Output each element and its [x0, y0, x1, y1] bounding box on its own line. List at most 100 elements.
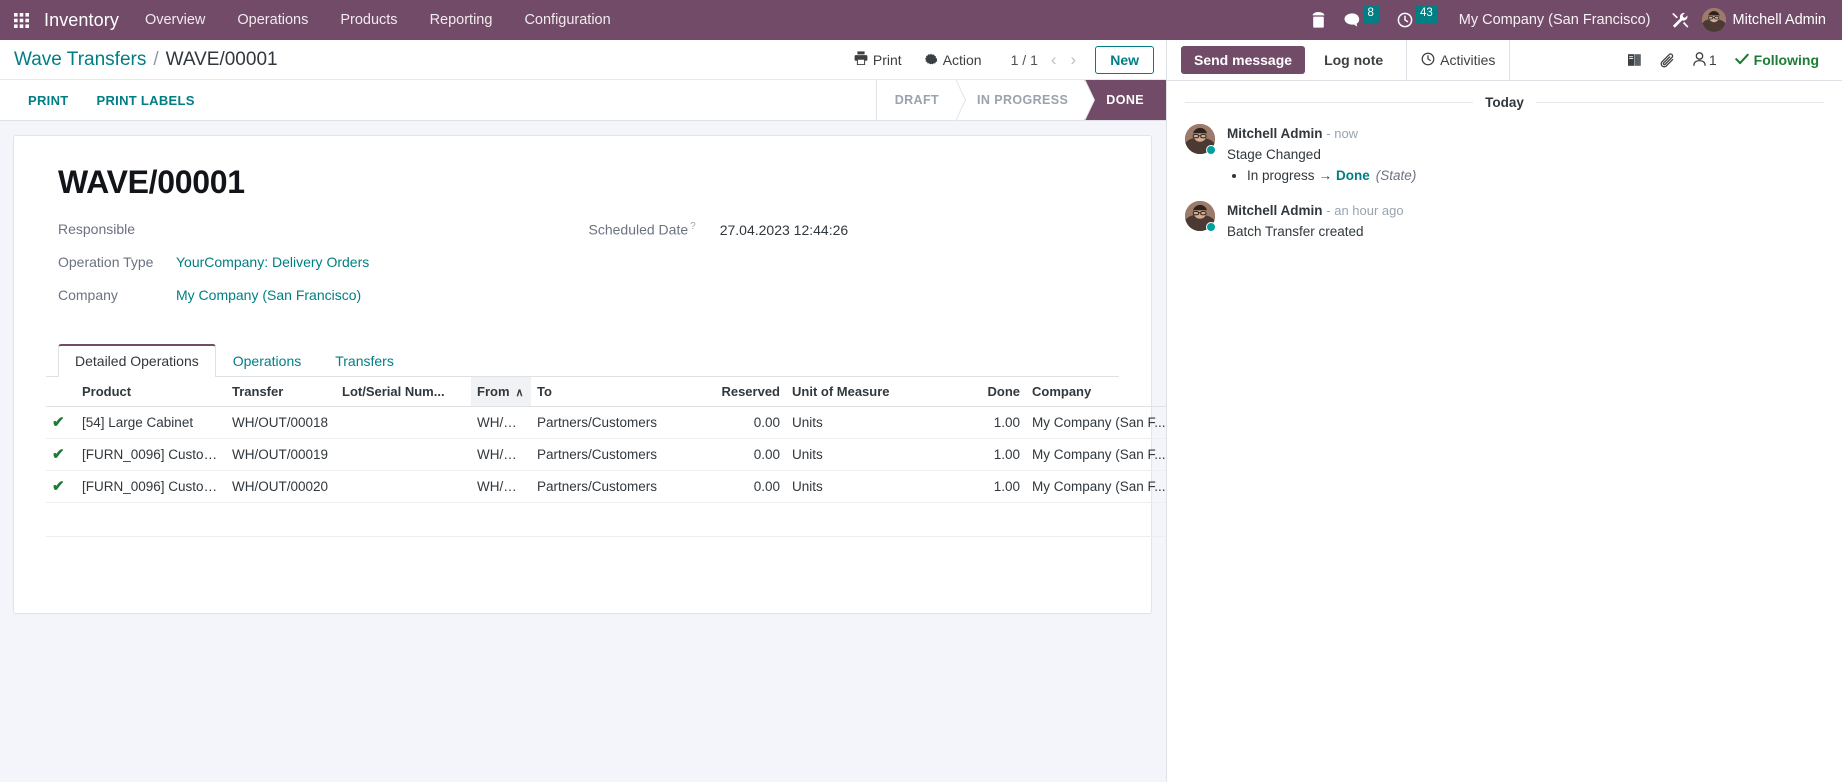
- field-responsible-label: Responsible: [58, 221, 136, 237]
- cell-company[interactable]: My Company (San F...: [1026, 438, 1166, 471]
- cell-to[interactable]: Partners/Customers: [531, 470, 701, 503]
- cell-unit-of-measure[interactable]: Units: [786, 470, 966, 503]
- cell-done[interactable]: 1.00: [966, 406, 1026, 439]
- field-company: Company My Company (San Francisco): [58, 287, 589, 313]
- cell-reserved[interactable]: 0.00: [701, 470, 786, 503]
- column-header-unit-of-measure[interactable]: Unit of Measure: [786, 377, 966, 407]
- print-button[interactable]: Print: [843, 47, 913, 72]
- breadcrumb-wave-transfers[interactable]: Wave Transfers: [14, 49, 146, 71]
- tab-operations[interactable]: Operations: [216, 344, 318, 377]
- cell-lot-serial[interactable]: [336, 470, 471, 503]
- clock-icon[interactable]: 43: [1388, 0, 1447, 40]
- column-header-to[interactable]: To: [531, 377, 701, 407]
- menu-overview[interactable]: Overview: [129, 0, 221, 40]
- cell-done[interactable]: 1.00: [966, 438, 1026, 471]
- status-in-progress[interactable]: IN PROGRESS: [955, 79, 1096, 121]
- cell-unit-of-measure[interactable]: Units: [786, 406, 966, 439]
- paperclip-icon[interactable]: [1651, 49, 1684, 72]
- column-header-from[interactable]: From ∧: [471, 377, 531, 407]
- pager-previous-button[interactable]: ‹: [1046, 51, 1062, 68]
- app-brand-inventory[interactable]: Inventory: [38, 10, 129, 31]
- avatar[interactable]: [1185, 201, 1216, 233]
- message-author[interactable]: Mitchell Admin: [1227, 203, 1323, 218]
- field-company-value[interactable]: My Company (San Francisco): [176, 287, 361, 303]
- cell-transfer[interactable]: WH/OUT/00020: [226, 470, 336, 503]
- record-action-bar: PRINT PRINT LABELS DRAFT IN PROGRESS DON…: [0, 79, 1166, 121]
- cell-from[interactable]: WH/St...: [471, 406, 531, 439]
- cell-reserved[interactable]: 0.00: [701, 438, 786, 471]
- cell-done[interactable]: 1.00: [966, 470, 1026, 503]
- pager-value[interactable]: 1 / 1: [1007, 52, 1042, 68]
- cell-lot-serial[interactable]: [336, 406, 471, 439]
- cell-product[interactable]: [54] Large Cabinet: [76, 406, 226, 439]
- send-message-button[interactable]: Send message: [1181, 46, 1306, 74]
- status-done[interactable]: DONE: [1084, 80, 1166, 120]
- cell-company[interactable]: My Company (San F...: [1026, 406, 1166, 439]
- cell-company[interactable]: My Company (San F...: [1026, 470, 1166, 503]
- tab-detailed-operations[interactable]: Detailed Operations: [58, 344, 216, 377]
- column-header-product[interactable]: Product: [76, 377, 226, 407]
- print-action-button[interactable]: PRINT: [18, 88, 79, 113]
- row-check-cell[interactable]: ✔: [46, 406, 76, 439]
- menu-operations[interactable]: Operations: [221, 0, 324, 40]
- column-header-company[interactable]: Company: [1026, 377, 1166, 407]
- pager-next-button[interactable]: ›: [1066, 51, 1082, 68]
- field-operation-type-label: Operation Type: [58, 254, 154, 270]
- menu-configuration[interactable]: Configuration: [508, 0, 626, 40]
- log-note-button[interactable]: Log note: [1311, 46, 1396, 74]
- phone-icon[interactable]: [1302, 0, 1335, 40]
- cell-transfer[interactable]: WH/OUT/00019: [226, 438, 336, 471]
- cell-to[interactable]: Partners/Customers: [531, 438, 701, 471]
- cell-from[interactable]: WH/St...: [471, 438, 531, 471]
- chatter-pane: Send message Log note Activities 1 Follo…: [1166, 40, 1842, 782]
- cell-reserved[interactable]: 0.00: [701, 406, 786, 439]
- column-header-lot-serial[interactable]: Lot/Serial Num...: [336, 377, 471, 407]
- message-timestamp: - an hour ago: [1326, 203, 1404, 219]
- followers-button[interactable]: 1: [1684, 48, 1726, 73]
- apps-grid-icon[interactable]: [4, 0, 38, 40]
- field-responsible: Responsible: [58, 221, 589, 247]
- message-author[interactable]: Mitchell Admin: [1227, 126, 1323, 141]
- field-company-label: Company: [58, 287, 118, 303]
- table-row[interactable]: ✔ [FURN_0096] Customiza... WH/OUT/00019 …: [46, 438, 1166, 471]
- following-button[interactable]: Following: [1726, 48, 1828, 72]
- help-tooltip-icon[interactable]: ?: [690, 221, 696, 232]
- messages-icon[interactable]: 8: [1335, 0, 1388, 40]
- clock-icon: [1421, 52, 1435, 69]
- avatar[interactable]: [1185, 124, 1216, 155]
- menu-reporting[interactable]: Reporting: [414, 0, 509, 40]
- user-name: Mitchell Admin: [1732, 12, 1826, 28]
- column-header-reserved[interactable]: Reserved: [701, 377, 786, 407]
- day-separator: Today: [1185, 95, 1825, 110]
- row-check-cell[interactable]: ✔: [46, 470, 76, 503]
- document-icon[interactable]: [1618, 49, 1651, 71]
- table-row[interactable]: ✔ [54] Large Cabinet WH/OUT/00018 WH/St.…: [46, 406, 1166, 439]
- cell-lot-serial[interactable]: [336, 438, 471, 471]
- new-button[interactable]: New: [1095, 45, 1154, 74]
- cell-product[interactable]: [FURN_0096] Customiza...: [76, 438, 226, 471]
- cell-product[interactable]: [FURN_0096] Customiza...: [76, 470, 226, 503]
- table-row[interactable]: ✔ [FURN_0096] Customiza... WH/OUT/00020 …: [46, 470, 1166, 503]
- print-labels-action-button[interactable]: PRINT LABELS: [87, 88, 205, 113]
- field-operation-type-value[interactable]: YourCompany: Delivery Orders: [176, 254, 369, 270]
- tools-icon[interactable]: [1663, 0, 1698, 40]
- menu-products[interactable]: Products: [324, 0, 413, 40]
- control-panel-actions: Print Action 1 / 1 ‹ › New: [843, 45, 1166, 74]
- cell-unit-of-measure[interactable]: Units: [786, 438, 966, 471]
- activities-button[interactable]: Activities: [1406, 40, 1511, 80]
- action-button[interactable]: Action: [913, 47, 993, 72]
- status-draft[interactable]: DRAFT: [876, 79, 967, 121]
- row-check-cell[interactable]: ✔: [46, 438, 76, 471]
- column-header-transfer[interactable]: Transfer: [226, 377, 336, 407]
- column-header-done[interactable]: Done: [966, 377, 1026, 407]
- field-scheduled-date-value[interactable]: 27.04.2023 12:44:26: [720, 222, 848, 238]
- table-header-row: Product Transfer Lot/Serial Num... From ∧…: [46, 377, 1166, 407]
- user-menu[interactable]: Mitchell Admin: [1698, 8, 1830, 32]
- activities-button-label: Activities: [1440, 52, 1496, 68]
- cell-from[interactable]: WH/St...: [471, 470, 531, 503]
- cell-transfer[interactable]: WH/OUT/00018: [226, 406, 336, 439]
- tab-transfers[interactable]: Transfers: [318, 344, 411, 377]
- cell-to[interactable]: Partners/Customers: [531, 406, 701, 439]
- company-switcher[interactable]: My Company (San Francisco): [1447, 12, 1663, 28]
- form-pane: Wave Transfers / WAVE/00001 Print Action…: [0, 40, 1166, 782]
